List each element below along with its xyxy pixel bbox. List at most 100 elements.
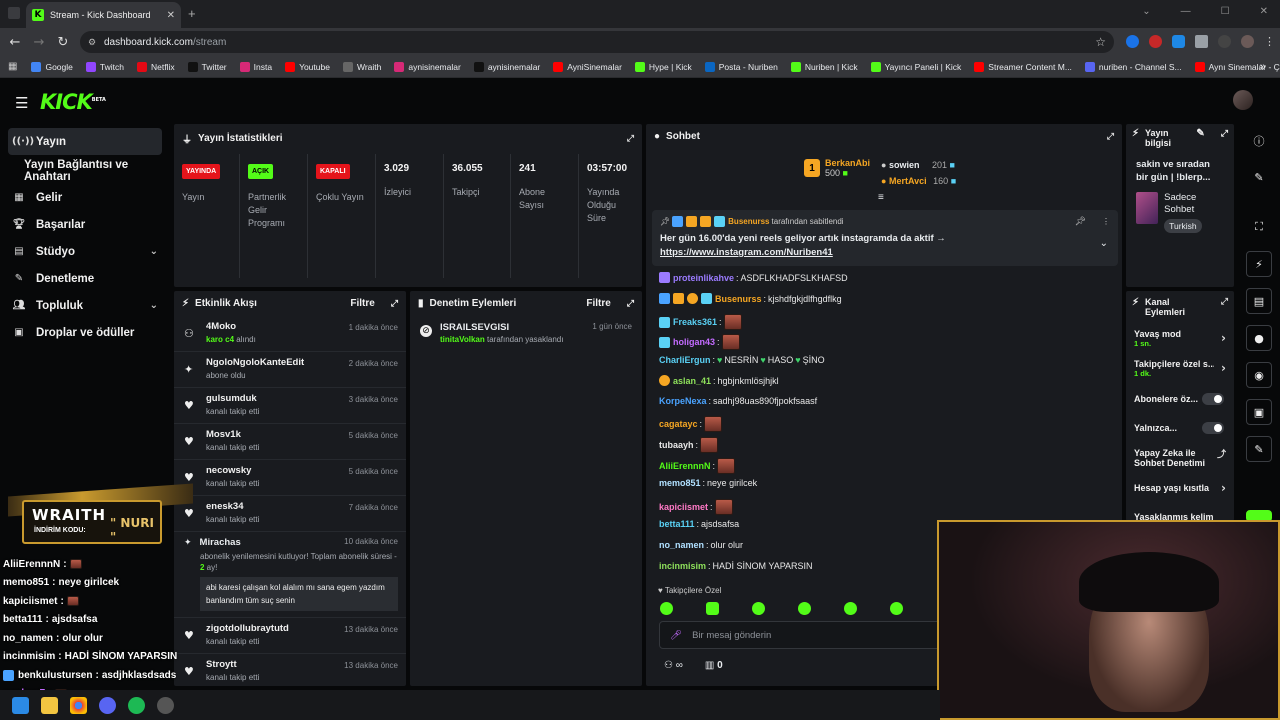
sidebar-item-denetleme[interactable]: ✎ Denetleme [0, 265, 170, 292]
sidebar-item-droplar[interactable]: ▣ Droplar ve ödüller [0, 319, 170, 346]
sidebar-item-studyo[interactable]: ▤ Stüdyo ⌄ [0, 238, 170, 265]
minimize-icon[interactable]: — [1181, 6, 1191, 17]
edit-icon[interactable]: ✎ [1196, 128, 1204, 139]
lightning-icon[interactable]: ⚡︎ [1246, 251, 1272, 277]
screenshot-icon[interactable]: ⛶ [1246, 214, 1272, 240]
extension-icon[interactable] [1126, 35, 1139, 48]
ai-moderation-action[interactable]: Yapay Zeka ile Sohbet Denetimi ⤴ [1126, 448, 1234, 468]
tab-close-icon[interactable]: ✕ [167, 10, 175, 21]
chat-username[interactable]: Busenurss [715, 294, 762, 304]
emote-icon[interactable] [844, 602, 857, 615]
sidebar-item-gelir[interactable]: ▦ Gelir [0, 184, 170, 211]
bookmark-item[interactable]: Aynı Sinemalar - Ça... [1194, 61, 1280, 72]
chevron-down-icon[interactable]: ⌄ [1100, 238, 1108, 249]
chat-input[interactable]: 🎤︎ Bir mesaj gönderin [659, 621, 959, 649]
chat-username[interactable]: betta111 [659, 519, 695, 529]
back-icon[interactable]: ← [3, 35, 27, 50]
bookmark-item[interactable]: Youtube [285, 61, 330, 72]
sidebar-item-topluluk[interactable]: 👥︎ Topluluk ⌄ [0, 292, 170, 319]
hamburger-menu-icon[interactable]: ☰ [15, 94, 28, 112]
chat-username[interactable]: AliiErennnN [659, 461, 711, 471]
bookmark-item[interactable]: Hype | Kick [634, 61, 692, 72]
kick-logo[interactable]: KICKBETA [40, 90, 106, 114]
browser-tab-active[interactable]: K Stream - Kick Dashboard ✕ [26, 2, 181, 28]
chat-username[interactable]: CharliErgun [659, 355, 711, 365]
bookmark-item[interactable]: Netflix [136, 61, 175, 72]
sidebar-icon[interactable] [1218, 35, 1231, 48]
bookmark-item[interactable]: Google [31, 61, 73, 72]
points-button[interactable]: ⚇ ∞ [664, 660, 683, 671]
microphone-icon[interactable]: 🎤︎ [670, 630, 682, 641]
new-tab-icon[interactable]: + [188, 6, 196, 21]
window-close-icon[interactable]: ✕ [1260, 6, 1268, 17]
emote-icon[interactable] [890, 602, 903, 615]
slow-mode-action[interactable]: Yavaş mod 1 sn. › [1126, 329, 1234, 348]
bookmark-item[interactable]: AyniSinemalar [553, 61, 622, 72]
filter-button[interactable]: Filtre [350, 298, 374, 309]
emote-only-action[interactable]: Yalnızca... [1126, 422, 1234, 434]
bookmark-item[interactable]: Insta [239, 61, 272, 72]
tab-search-icon[interactable] [8, 7, 20, 19]
bookmark-item[interactable]: Twitch [85, 61, 124, 72]
app-icon[interactable] [157, 696, 174, 714]
emote-icon[interactable] [798, 602, 811, 615]
expand-icon[interactable]: ⤢ [627, 298, 634, 309]
bookmark-star-icon[interactable]: ☆ [1095, 35, 1106, 49]
chat-username[interactable]: holigan43 [673, 337, 715, 347]
pinned-link[interactable]: https://www.instagram.com/Nuriben41 [660, 247, 1110, 258]
emote-only-toggle[interactable] [1202, 422, 1224, 434]
extension-icon[interactable] [1172, 35, 1185, 48]
archive-icon[interactable]: ▣ [1246, 399, 1272, 425]
menu-icon[interactable]: ⋮ [1264, 35, 1275, 48]
bookmark-item[interactable]: aynisinemalar [473, 61, 540, 72]
bookmark-item[interactable]: Twitter [187, 61, 227, 72]
chat-username[interactable]: Freaks361 [673, 317, 717, 327]
chat-username[interactable]: tubaayh [659, 440, 694, 450]
chrome-icon[interactable] [70, 696, 87, 714]
filter-button[interactable]: Filtre [586, 298, 610, 309]
bookmark-item[interactable]: aynisinemalar [394, 61, 461, 72]
chat-username[interactable]: kapiciismet [659, 502, 708, 512]
category-thumbnail[interactable] [1136, 192, 1159, 224]
chat-username[interactable]: aslan_41 [673, 376, 711, 386]
chat-username[interactable]: proteinlikahve [673, 273, 734, 283]
subscribers-only-action[interactable]: Abonelere öz... [1126, 393, 1234, 405]
bookmark-item[interactable]: Streamer Content M... [974, 61, 1072, 72]
expand-icon[interactable]: ⤢ [1221, 128, 1228, 139]
bookmark-item[interactable]: Wraith [342, 61, 381, 72]
tab-list-icon[interactable]: ⌄ [1142, 6, 1150, 17]
user-avatar[interactable] [1233, 90, 1253, 110]
bookmarks-overflow-icon[interactable]: » [1260, 61, 1266, 73]
expand-icon[interactable]: ⤢ [627, 134, 634, 144]
expand-icon[interactable]: ⤢ [1221, 297, 1228, 307]
maximize-icon[interactable]: ☐ [1221, 6, 1230, 17]
info-icon[interactable]: ⓘ [1246, 128, 1272, 154]
puzzle-icon[interactable] [1195, 35, 1208, 48]
store-button[interactable]: ▥ 0 [705, 660, 723, 671]
apps-grid-icon[interactable]: ▦ [8, 61, 17, 72]
clipboard-icon[interactable]: ▤ [1246, 288, 1272, 314]
discord-icon[interactable] [99, 696, 116, 714]
chat-username[interactable]: no_namen [659, 540, 704, 550]
sidebar-item-stream-key[interactable]: Yayın Bağlantısı ve Anahtarı [0, 157, 170, 184]
account-age-action[interactable]: Hesap yaşı kısıtla › [1126, 481, 1234, 495]
chat-bubble-icon[interactable]: ● [1246, 325, 1272, 351]
chat-username[interactable]: cagatayc [659, 419, 698, 429]
bookmark-item[interactable]: Nuriben | Kick [790, 61, 858, 72]
followers-only-action[interactable]: Takipçilere özel s... 1 dk. › [1126, 359, 1234, 378]
windows-start-icon[interactable] [12, 696, 29, 714]
reload-icon[interactable]: ↻ [51, 35, 75, 50]
address-bar[interactable]: ⚙ dashboard.kick.com/stream ☆ [80, 31, 1114, 53]
profile-avatar-icon[interactable] [1241, 35, 1254, 48]
more-options-icon[interactable]: ⋮ [1102, 217, 1110, 226]
bookmark-item[interactable]: Yayıncı Paneli | Kick [870, 61, 961, 72]
sidebar-item-basarilar[interactable]: 🏆︎ Başarılar [0, 211, 170, 238]
edit-icon[interactable]: ✎ [1246, 164, 1272, 190]
expand-icon[interactable]: ⤢ [1107, 132, 1114, 142]
chat-username[interactable]: incinmisim [659, 561, 706, 571]
emote-icon[interactable] [706, 602, 719, 615]
extension-icon[interactable] [1149, 35, 1162, 48]
spotify-icon[interactable] [128, 696, 145, 714]
subscribers-only-toggle[interactable] [1202, 393, 1224, 405]
file-explorer-icon[interactable] [41, 696, 58, 714]
